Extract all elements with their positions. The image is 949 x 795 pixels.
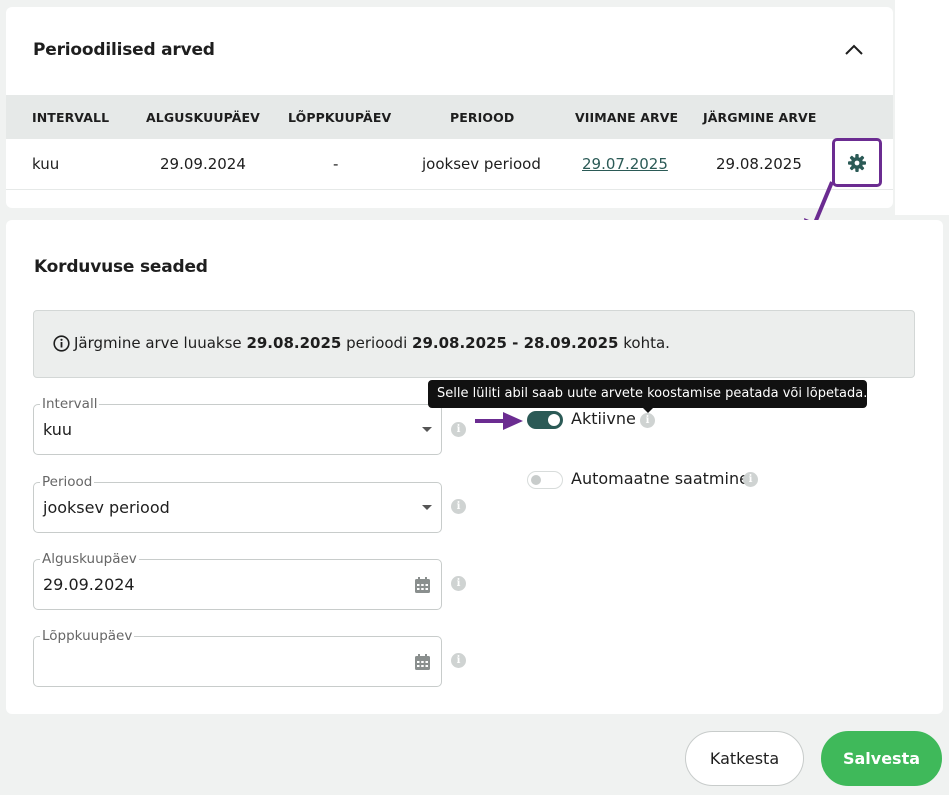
active-info-icon[interactable]: i (640, 413, 655, 428)
background-strip (895, 0, 949, 215)
column-header-last-invoice: VIIMANE ARVE (575, 110, 679, 125)
start-date-label: Alguskuupäev (40, 551, 139, 567)
settings-title: Korduvuse seaded (34, 257, 208, 277)
info-prefix: Järgmine arve luuakse (74, 334, 247, 352)
active-toggle-tooltip: Selle lüliti abil saab uute arvete koost… (428, 380, 867, 413)
info-circle-icon (53, 335, 70, 352)
auto-send-toggle-label: Automaatne saatmine (571, 469, 749, 488)
column-header-interval: INTERVALL (32, 110, 110, 125)
cell-next-invoice: 29.08.2025 (716, 155, 802, 173)
dropdown-caret-icon (422, 505, 432, 510)
column-header-end-date: LÕPPKUUPÄEV (288, 110, 392, 125)
interval-label: Intervall (40, 396, 100, 412)
interval-select[interactable]: Intervall kuu (33, 396, 442, 455)
column-header-period: PERIOOD (450, 110, 515, 125)
interval-value: kuu (43, 420, 73, 439)
next-invoice-info-box: Järgmine arve luuakse 29.08.2025 periood… (33, 310, 915, 378)
cell-start-date: 29.09.2024 (160, 155, 246, 173)
column-header-next-invoice: JÄRGMINE ARVE (703, 110, 817, 125)
periodic-invoices-title: Perioodilised arved (33, 40, 215, 60)
info-date: 29.08.2025 (246, 334, 342, 352)
cell-interval: kuu (32, 155, 60, 173)
cell-end-date: - (333, 155, 339, 173)
auto-send-toggle[interactable] (527, 471, 563, 489)
save-button[interactable]: Salvesta (821, 731, 942, 786)
last-invoice-link[interactable]: 29.07.2025 (582, 155, 668, 173)
dropdown-caret-icon (422, 427, 432, 432)
info-range: 29.08.2025 - 28.09.2025 (412, 334, 619, 352)
gear-icon (848, 154, 866, 172)
start-date-field[interactable]: Alguskuupäev 29.09.2024 (33, 551, 442, 610)
recurrence-settings-card: Korduvuse seaded Järgmine arve luuakse 2… (6, 220, 943, 714)
period-value: jooksev periood (43, 498, 170, 517)
chevron-up-icon[interactable] (842, 39, 866, 59)
end-date-field[interactable]: Lõppkuupäev (33, 628, 442, 687)
info-suffix: kohta. (618, 334, 670, 352)
info-middle: perioodi (341, 334, 413, 352)
pointer-arrow-icon (475, 412, 523, 430)
period-info-icon[interactable]: i (451, 499, 466, 514)
next-invoice-info-text: Järgmine arve luuakse 29.08.2025 periood… (74, 334, 670, 352)
interval-info-icon[interactable]: i (451, 422, 466, 437)
active-toggle-label: Aktiivne (571, 409, 636, 428)
cell-period: jooksev periood (422, 155, 541, 173)
end-date-info-icon[interactable]: i (451, 653, 466, 668)
period-select[interactable]: Periood jooksev periood (33, 474, 442, 533)
calendar-icon[interactable] (414, 576, 431, 594)
periodic-invoices-card: Perioodilised arved INTERVALL ALGUSKUUPÄ… (6, 7, 893, 208)
settings-button[interactable] (832, 138, 882, 187)
row-divider (6, 189, 893, 190)
end-date-label: Lõppkuupäev (40, 628, 135, 644)
column-header-start-date: ALGUSKUUPÄEV (146, 110, 260, 125)
cancel-button[interactable]: Katkesta (685, 731, 804, 786)
start-date-info-icon[interactable]: i (451, 576, 466, 591)
auto-send-info-icon[interactable]: i (743, 472, 758, 487)
period-label: Periood (40, 474, 95, 490)
start-date-value: 29.09.2024 (43, 575, 135, 594)
calendar-icon[interactable] (414, 653, 431, 671)
active-toggle[interactable] (527, 411, 563, 429)
